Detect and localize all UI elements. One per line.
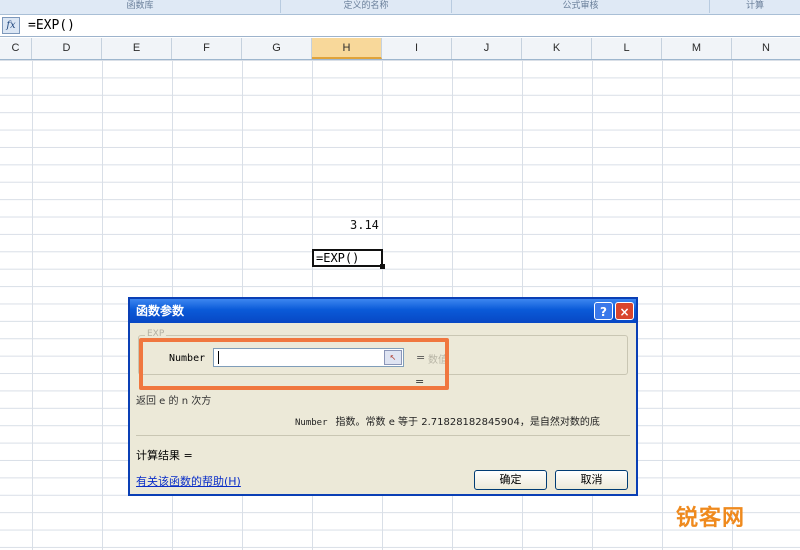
column-header-row: C D E F G H I J K L M N — [0, 38, 800, 60]
insert-function-icon[interactable]: fx — [2, 17, 20, 34]
column-header-h[interactable]: H — [312, 38, 382, 59]
column-header-i[interactable]: I — [382, 38, 452, 59]
divider — [136, 435, 630, 436]
fill-handle[interactable] — [380, 264, 385, 269]
help-on-function-link[interactable]: 有关该函数的帮助(H) — [136, 473, 241, 489]
grid-line — [102, 60, 103, 550]
column-header-c[interactable]: C — [0, 38, 32, 59]
ribbon-group-function-library[interactable]: 函数库 — [0, 0, 281, 13]
column-header-e[interactable]: E — [102, 38, 172, 59]
help-icon[interactable]: ? — [594, 302, 613, 320]
dialog-title: 函数参数 — [136, 304, 185, 318]
ok-button[interactable]: 确定 — [474, 470, 547, 490]
watermark-logo: 锐客网 — [676, 506, 746, 531]
close-icon[interactable]: × — [615, 302, 634, 320]
grid-line — [32, 60, 33, 550]
ribbon-group-bar: 函数库 定义的名称 公式审核 计算 — [0, 0, 800, 15]
function-arguments-dialog: 函数参数 ? × EXP Number ↖ = 数值 = 返回 e 的 n 次方… — [128, 297, 638, 496]
parameter-description: Number 指数。常数 e 等于 2.71828182845904，是自然对数的… — [295, 413, 600, 428]
parameter-name: Number — [295, 418, 328, 428]
formula-input[interactable]: =EXP() — [28, 17, 75, 34]
cell-h-value[interactable]: 3.14 — [350, 218, 379, 232]
ribbon-group-calculation[interactable]: 计算 — [710, 0, 800, 13]
column-header-d[interactable]: D — [32, 38, 102, 59]
column-header-k[interactable]: K — [522, 38, 592, 59]
column-header-f[interactable]: F — [172, 38, 242, 59]
column-header-n[interactable]: N — [732, 38, 800, 59]
grid-line — [732, 60, 733, 550]
formula-bar: fx =EXP() — [0, 15, 800, 37]
annotation-highlight-box — [139, 338, 449, 390]
active-cell[interactable]: =EXP() — [312, 249, 383, 267]
function-description: 返回 e 的 n 次方 — [136, 396, 212, 407]
cancel-button[interactable]: 取消 — [555, 470, 628, 490]
dialog-title-bar[interactable]: 函数参数 ? × — [130, 299, 636, 323]
column-header-g[interactable]: G — [242, 38, 312, 59]
grid-line — [662, 60, 663, 550]
ribbon-group-defined-names[interactable]: 定义的名称 — [281, 0, 452, 13]
ribbon-group-formula-auditing[interactable]: 公式审核 — [452, 0, 710, 13]
column-header-l[interactable]: L — [592, 38, 662, 59]
column-header-m[interactable]: M — [662, 38, 732, 59]
column-header-j[interactable]: J — [452, 38, 522, 59]
parameter-description-text: 指数。常数 e 等于 2.71828182845904，是自然对数的底 — [335, 417, 600, 428]
calculation-result: 计算结果 = — [136, 449, 193, 462]
